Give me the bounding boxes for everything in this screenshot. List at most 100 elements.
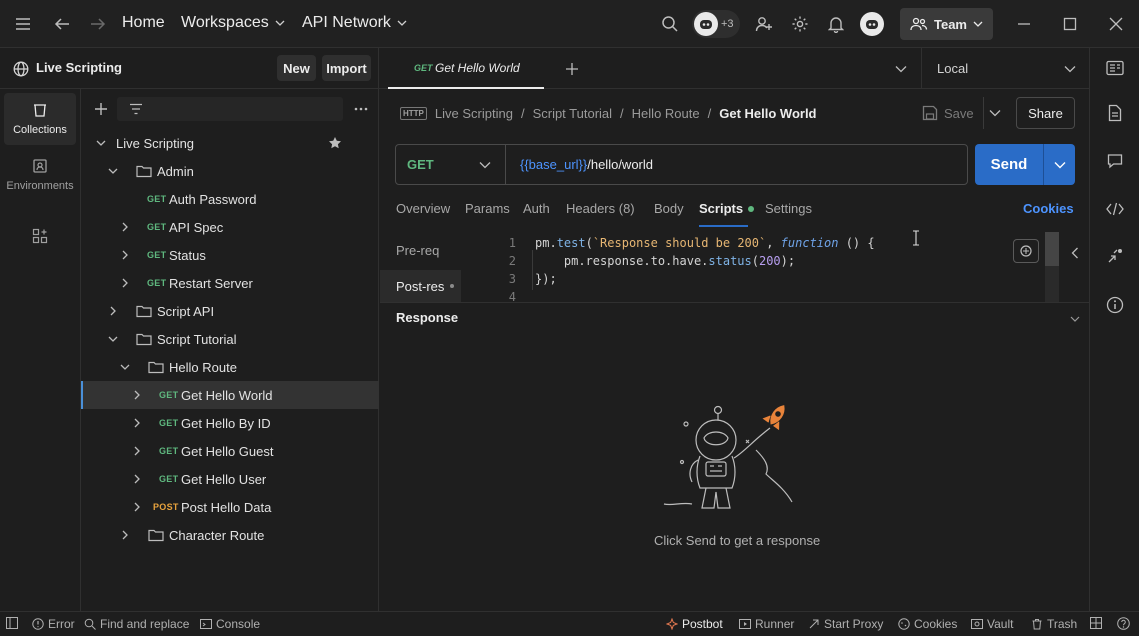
home-link[interactable]: Home [122,14,165,32]
filter-input[interactable] [117,97,343,121]
tab-params[interactable]: Params [465,201,510,216]
code-line[interactable]: pm.response.to.have.status(200); [535,254,795,268]
tree-collection-live-scripting[interactable]: Live Scripting [81,129,379,157]
workspaces-label: Workspaces [181,14,269,31]
method-badge: GET [147,222,167,232]
request-tab[interactable]: GET Get Hello World [388,48,544,89]
save-options-chevron-icon[interactable] [986,104,1004,122]
script-tab-post-res[interactable]: Post-res [380,270,461,302]
settings-gear-icon[interactable] [786,10,814,38]
sidebar-item-environments[interactable]: Environments [4,149,76,201]
toggle-sidebar-icon[interactable] [6,617,18,629]
tree-request-get-hello-guest[interactable]: GET Get Hello Guest [81,437,379,465]
add-icon[interactable] [93,101,109,117]
postbot-button[interactable]: Postbot [666,617,723,631]
team-icon [910,17,928,31]
menu-icon[interactable] [9,10,37,38]
method-select[interactable]: GET [396,145,506,184]
api-network-menu[interactable]: API Network [302,14,407,32]
tree-request-restart-server[interactable]: GET Restart Server [81,269,379,297]
tree-request-api-spec[interactable]: GET API Spec [81,213,379,241]
tab-auth[interactable]: Auth [523,201,550,216]
environment-quick-look-icon[interactable] [1105,58,1125,78]
script-tab-pre-req[interactable]: Pre-req [396,243,439,258]
environments-label: Environments [6,180,74,192]
chevron-down-icon[interactable] [1068,312,1082,326]
new-button[interactable]: New [277,55,316,81]
chevron-right-icon [122,278,128,288]
editor-scrollbar[interactable] [1045,232,1059,302]
console-button[interactable]: Console [200,617,260,631]
tab-body[interactable]: Body [654,201,684,216]
breadcrumb-item[interactable]: Hello Route [632,106,700,121]
trash-button[interactable]: Trash [1031,617,1077,631]
sidebar-item-collections[interactable]: Collections [4,93,76,145]
documentation-icon[interactable] [1105,103,1125,123]
help-icon[interactable] [1117,617,1130,630]
environment-selector[interactable]: Local [921,48,1089,89]
send-options-chevron-icon[interactable] [1044,144,1075,185]
scrollbar-thumb[interactable] [1045,232,1059,266]
url-input[interactable]: {{base_url}}/hello/world [520,157,653,172]
globe-icon [12,60,29,77]
import-button[interactable]: Import [322,55,371,81]
tree-folder-character-route[interactable]: Character Route [81,521,379,549]
related-collections-icon[interactable] [1105,246,1125,266]
tree-request-status[interactable]: GET Status [81,241,379,269]
script-tab-post-res-label: Post-res [396,278,445,294]
workspaces-menu[interactable]: Workspaces [181,14,285,32]
two-pane-view-icon[interactable] [1090,617,1102,629]
tree-request-post-hello-data[interactable]: POST Post Hello Data [81,493,379,521]
notification-bell-icon[interactable] [822,10,850,38]
snippets-toggle-icon[interactable] [1013,239,1039,263]
proxy-label: Start Proxy [824,617,884,631]
code-line[interactable]: pm.test(`Response should be 200`, functi… [535,236,875,250]
breadcrumb-separator: / [620,105,624,121]
send-button[interactable]: Send [975,144,1043,185]
info-icon[interactable] [1105,295,1125,315]
tree-request-get-hello-user[interactable]: GET Get Hello User [81,465,379,493]
code-token: pm.response.to.have. [535,254,709,268]
tab-settings[interactable]: Settings [765,201,812,216]
start-proxy-button[interactable]: Start Proxy [808,617,883,631]
maximize-window-icon[interactable] [1056,10,1084,38]
breadcrumb-item[interactable]: Script Tutorial [533,106,612,121]
back-arrow-icon[interactable] [48,10,76,38]
chevron-left-icon[interactable] [1067,245,1083,261]
tree-folder-script-api[interactable]: Script API [81,297,379,325]
code-line[interactable]: }); [535,272,557,286]
tree-request-get-hello-by-id[interactable]: GET Get Hello By ID [81,409,379,437]
tab-headers[interactable]: Headers (8) [566,201,635,216]
forward-arrow-icon[interactable] [84,10,112,38]
tab-overview[interactable]: Overview [396,201,450,216]
tree-request-get-hello-world[interactable]: GET Get Hello World [81,381,379,409]
tree-folder-script-tutorial[interactable]: Script Tutorial [81,325,379,353]
collaborators-avatars[interactable]: +3 [692,10,740,38]
comments-icon[interactable] [1105,151,1125,171]
runner-button[interactable]: Runner [739,617,794,631]
more-options-icon[interactable] [351,101,371,117]
cookies-button[interactable]: Cookies [898,617,957,631]
tabs-dropdown-icon[interactable] [893,61,909,77]
add-widgets-icon[interactable] [30,226,50,246]
tree-request-auth-password[interactable]: GET Auth Password [81,185,379,213]
new-tab-plus-icon[interactable] [563,60,581,78]
tree-folder-admin[interactable]: Admin [81,157,379,185]
cookies-link[interactable]: Cookies [1023,201,1074,216]
save-button[interactable]: Save [922,97,974,129]
vault-button[interactable]: Vault [971,617,1013,631]
tree-folder-hello-route[interactable]: Hello Route [81,353,379,381]
profile-avatar[interactable] [860,12,884,36]
search-icon[interactable] [656,10,684,38]
error-status[interactable]: Error [32,617,75,631]
team-button[interactable]: Team [900,8,993,40]
tab-scripts[interactable]: Scripts [699,201,755,216]
star-icon[interactable] [328,136,342,150]
close-window-icon[interactable] [1102,10,1130,38]
breadcrumb-item[interactable]: Live Scripting [435,106,513,121]
find-and-replace-button[interactable]: Find and replace [84,617,189,631]
code-snippet-icon[interactable] [1105,199,1125,219]
share-button[interactable]: Share [1016,97,1075,129]
minimize-window-icon[interactable] [1010,10,1038,38]
invite-user-icon[interactable] [750,10,778,38]
